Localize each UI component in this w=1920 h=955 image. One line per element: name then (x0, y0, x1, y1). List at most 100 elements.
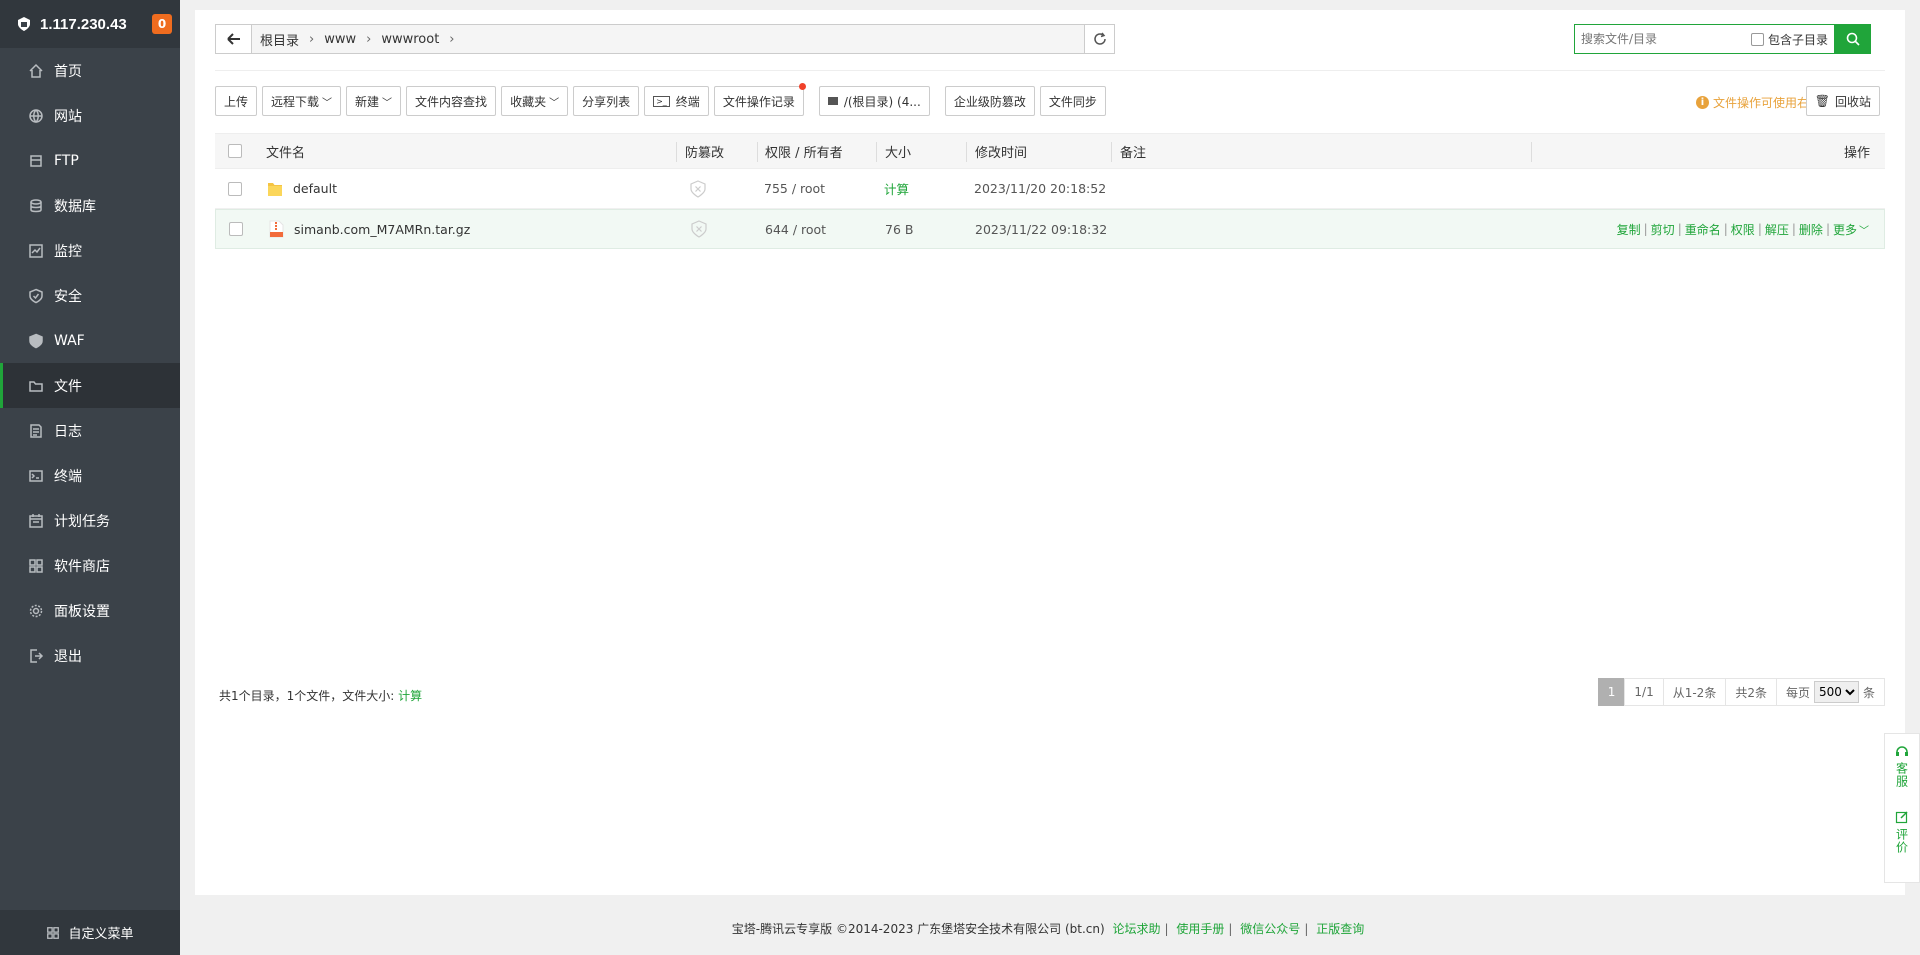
favorites-button[interactable]: 收藏夹 ﹀ (501, 86, 569, 116)
op-log-label: 文件操作记录 (722, 94, 795, 109)
recycle-bin-button[interactable]: 🗑 回收站 (1805, 86, 1880, 116)
shield-icon (29, 288, 43, 303)
sidebar-item-calendar[interactable]: 计划任务 (0, 498, 180, 543)
sidebar-item-apps[interactable]: 软件商店 (0, 543, 180, 588)
sidebar-item-label: 终端 (54, 468, 82, 485)
page-total: 共2条 (1725, 678, 1777, 706)
summary: 共1个目录，1个文件，文件大小: 计算 (219, 687, 422, 704)
apps-icon (29, 558, 43, 573)
rename-link[interactable]: 重命名 (1685, 221, 1721, 238)
sidebar-item-ftp[interactable]: FTP (0, 138, 180, 183)
op-log-button[interactable]: 文件操作记录 (713, 83, 806, 116)
more-link[interactable]: 更多 (1833, 221, 1857, 238)
remote-download-button[interactable]: 远程下载 ﹀ (262, 86, 342, 116)
tamper-shield-icon[interactable] (690, 220, 708, 238)
permission-link[interactable]: 权限 (1731, 221, 1755, 238)
per-page-select[interactable]: 500 (1813, 681, 1859, 703)
page-current[interactable]: 1 (1597, 678, 1626, 706)
new-button[interactable]: 新建 ﹀ (346, 86, 402, 116)
terminal-button[interactable]: >_ 终端 (644, 86, 709, 116)
breadcrumb-root[interactable]: 根目录 (260, 30, 299, 49)
sidebar-item-shield[interactable]: 安全 (0, 273, 180, 318)
sidebar-item-label: 日志 (54, 423, 82, 440)
notification-badge[interactable]: 0 (152, 14, 172, 34)
waf-shield-icon (29, 333, 43, 348)
notification-dot (798, 83, 806, 90)
row-checkbox[interactable] (228, 181, 242, 196)
sidebar-item-monitor[interactable]: 监控 (0, 228, 180, 273)
forum-link[interactable]: 论坛求助 (1113, 922, 1161, 936)
search-button[interactable] (1835, 24, 1871, 54)
search-input[interactable] (1581, 32, 1751, 46)
manual-link[interactable]: 使用手册 (1176, 922, 1224, 936)
genuine-link[interactable]: 正版查询 (1316, 922, 1364, 936)
checkbox-box[interactable] (1750, 32, 1764, 46)
chevron-down-icon: ﹀ (549, 97, 560, 109)
custom-menu-button[interactable]: 自定义菜单 (0, 910, 180, 955)
search-area: 包含子目录 (1574, 24, 1871, 54)
sidebar-item-waf-shield[interactable]: WAF (0, 318, 180, 363)
include-subdir-checkbox[interactable]: 包含子目录 (1750, 31, 1828, 48)
file-perm[interactable]: 755 / root (764, 169, 825, 208)
header-perm[interactable]: 权限 / 所有者 (765, 134, 843, 168)
file-table: 文件名 防篡改 权限 / 所有者 大小 修改时间 备注 操作 default 7… (215, 133, 1885, 249)
extract-link[interactable]: 解压 (1765, 221, 1789, 238)
row-checkbox[interactable] (229, 222, 243, 236)
log-icon (30, 423, 42, 438)
disk-button[interactable]: /(根目录) (4... (818, 86, 930, 116)
file-perm[interactable]: 644 / root (765, 210, 826, 248)
per-page-control: 每页 500 条 (1775, 678, 1885, 706)
file-size-calc[interactable]: 计算 (884, 169, 909, 208)
sidebar-item-folder[interactable]: 文件 (0, 363, 180, 408)
file-name[interactable]: simanb.com_M7AMRn.tar.gz (294, 222, 470, 237)
table-row[interactable]: simanb.com_M7AMRn.tar.gz 644 / root 76 B… (215, 209, 1885, 249)
sidebar-item-label: 网站 (54, 108, 82, 125)
chevron-down-icon: ﹀ (322, 97, 333, 109)
chevron-down-icon: ﹀ (1859, 225, 1869, 237)
sidebar-item-home[interactable]: 首页 (0, 48, 180, 93)
table-row[interactable]: default 755 / root 计算 2023/11/20 20:18:5… (215, 169, 1885, 209)
sidebar-item-label: FTP (54, 152, 79, 169)
sidebar-item-label: WAF (54, 332, 85, 349)
select-all-checkbox[interactable] (228, 144, 242, 158)
file-sync-button[interactable]: 文件同步 (1039, 86, 1106, 116)
breadcrumb-www[interactable]: www (324, 32, 356, 47)
delete-link[interactable]: 删除 (1799, 221, 1823, 238)
remote-download-label: 远程下载 (271, 94, 320, 109)
tamper-button[interactable]: 企业级防篡改 (944, 86, 1035, 116)
copy-link[interactable]: 复制 (1617, 221, 1641, 238)
sidebar-item-label: 监控 (54, 243, 82, 260)
service-label: 客服 (1894, 762, 1909, 788)
sidebar-item-label: 退出 (54, 648, 82, 665)
new-label: 新建 (355, 94, 380, 109)
share-list-button[interactable]: 分享列表 (573, 86, 640, 116)
cut-link[interactable]: 剪切 (1651, 221, 1675, 238)
wechat-link[interactable]: 微信公众号 (1240, 922, 1300, 936)
server-ip[interactable]: 1.117.230.43 (40, 16, 127, 33)
content-search-button[interactable]: 文件内容查找 (406, 86, 497, 116)
terminal-label: 终端 (675, 94, 700, 109)
sidebar-item-logout[interactable]: 退出 (0, 633, 180, 678)
breadcrumb-wwwroot[interactable]: wwwroot (381, 32, 439, 47)
sidebar-item-log[interactable]: 日志 (0, 408, 180, 453)
back-button[interactable] (216, 25, 252, 53)
upload-button[interactable]: 上传 (215, 86, 258, 116)
sidebar-item-terminal[interactable]: 终端 (0, 453, 180, 498)
service-button[interactable]: 客服 (1894, 744, 1911, 788)
file-name[interactable]: default (293, 181, 337, 196)
footer: 宝塔-腾讯云专享版 ©2014-2023 广东堡塔安全技术有限公司 (bt.cn… (731, 922, 1365, 936)
path-bar: 根目录 › www › wwwroot › (215, 24, 1115, 54)
header-name[interactable]: 文件名 (266, 134, 305, 168)
review-button[interactable]: 评价 (1894, 810, 1911, 854)
tamper-shield-icon[interactable] (689, 179, 707, 198)
summary-calc-link[interactable]: 计算 (398, 689, 422, 703)
refresh-button[interactable] (1084, 25, 1114, 53)
header-mtime[interactable]: 修改时间 (975, 134, 1027, 168)
archive-file-icon (269, 220, 284, 238)
file-mtime: 2023/11/20 20:18:52 (974, 181, 1107, 196)
sidebar-item-database[interactable]: 数据库 (0, 183, 180, 228)
header-size[interactable]: 大小 (885, 134, 911, 168)
sidebar-item-gear[interactable]: 面板设置 (0, 588, 180, 633)
sidebar-item-globe[interactable]: 网站 (0, 93, 180, 138)
floating-service-panel: 客服 评价 (1884, 733, 1920, 883)
